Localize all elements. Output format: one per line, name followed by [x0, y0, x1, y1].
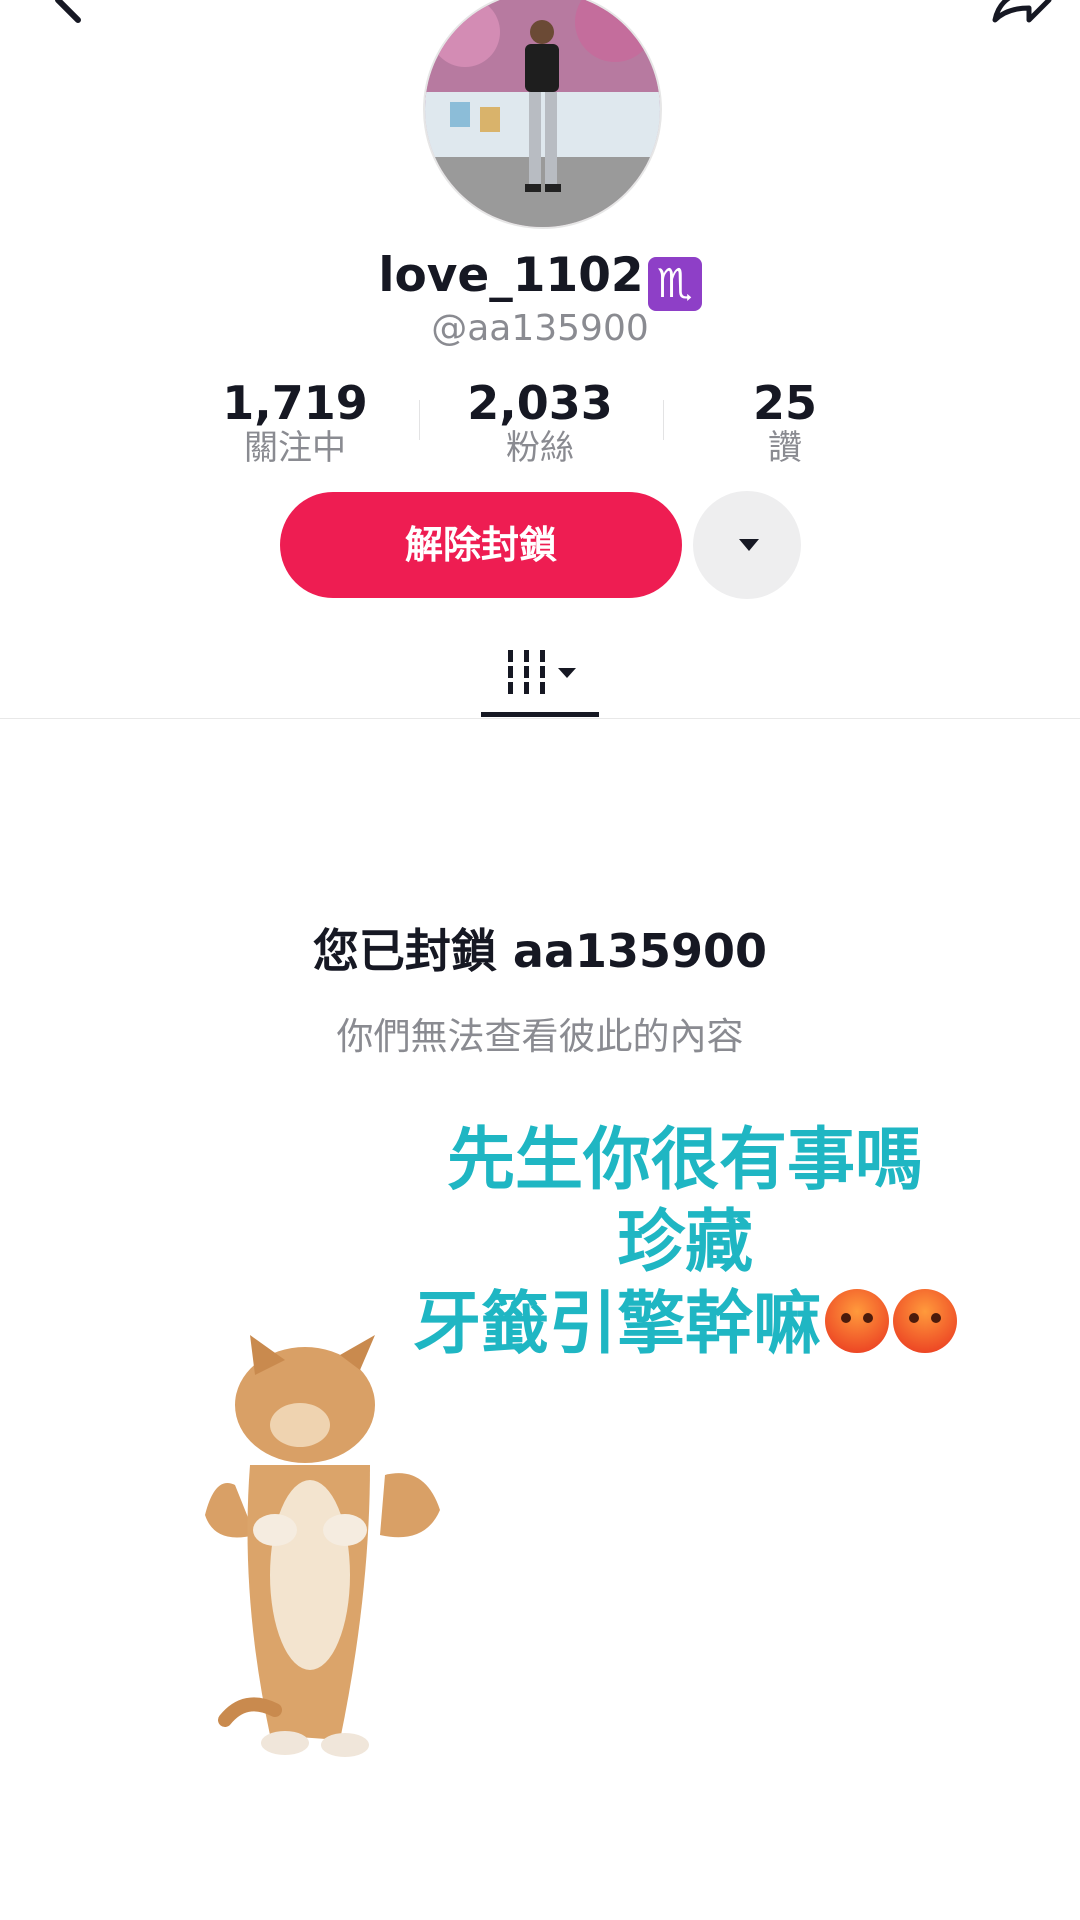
cat-sticker	[205, 1335, 440, 1757]
stat-value: 1,719	[222, 376, 368, 430]
stat-divider	[663, 400, 664, 440]
username-handle: @aa135900	[431, 308, 649, 349]
back-arrow-icon[interactable]	[40, 0, 100, 30]
videos-grid-icon	[508, 650, 576, 694]
stat-value: 2,033	[467, 376, 613, 430]
angry-face-emoji	[893, 1289, 957, 1353]
stat-value: 25	[752, 376, 817, 430]
tab-active-indicator	[481, 712, 599, 717]
stat-label: 讚	[768, 428, 802, 468]
avatar[interactable]	[423, 0, 662, 229]
zodiac-badge-icon: ♏	[647, 257, 702, 311]
tab-divider	[0, 718, 1080, 719]
stat-label: 粉絲	[506, 428, 574, 468]
overlay-line-1: 先生你很有事嗎	[446, 1121, 923, 1200]
stat-divider	[419, 400, 420, 440]
display-name-text: love_1102	[378, 248, 644, 303]
dropdown-triangle-icon	[739, 539, 759, 551]
stat-likes[interactable]: 25 讚	[685, 378, 885, 468]
stat-following[interactable]: 1,719 關注中	[195, 378, 395, 468]
unblock-button[interactable]: 解除封鎖	[280, 492, 682, 598]
angry-face-emoji	[825, 1289, 889, 1353]
blocked-title: 您已封鎖 aa135900	[312, 924, 768, 978]
overlay-line-3: 牙籤引擎幹嘛	[412, 1285, 821, 1364]
stat-label: 關注中	[244, 428, 346, 468]
stat-followers[interactable]: 2,033 粉絲	[440, 378, 640, 468]
share-icon[interactable]	[985, 0, 1055, 30]
blocked-subtitle: 你們無法查看彼此的內容	[336, 1015, 744, 1058]
tab-videos[interactable]	[481, 640, 599, 718]
overlay-caption: 先生你很有事嗎 珍藏 牙籤引擎幹嘛	[400, 1120, 970, 1366]
display-name: love_1102 ♏	[0, 248, 1080, 311]
overlay-line-2: 珍藏	[616, 1203, 753, 1282]
more-options-button[interactable]	[693, 491, 801, 599]
avatar-photo	[425, 0, 660, 227]
